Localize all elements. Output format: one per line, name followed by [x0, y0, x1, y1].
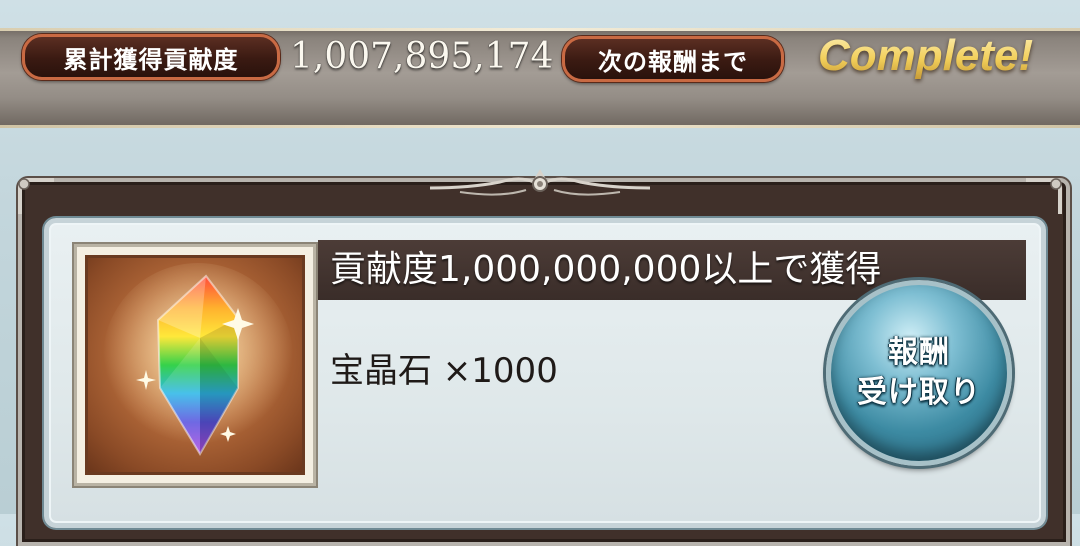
claim-button-label-line2: 受け取り [857, 375, 981, 410]
reward-condition-title: 貢献度1,000,000,000以上で獲得 [330, 249, 882, 290]
frame-corner-ornament-icon [18, 178, 54, 214]
claim-button-label-line1: 報酬 [888, 335, 950, 370]
total-contribution-value: 1,007,895,174 [290, 36, 554, 77]
reward-item-thumbnail [74, 244, 316, 486]
next-reward-label: 次の報酬まで [562, 36, 784, 82]
frame-top-ornament-icon [430, 169, 650, 196]
crystal-icon [103, 263, 293, 456]
reward-item-label: 宝晶石 ×1000 [330, 351, 558, 391]
frame-corner-ornament-icon [1026, 178, 1062, 214]
claim-reward-button[interactable]: 報酬 受け取り [826, 280, 1012, 466]
complete-status: Complete! [818, 26, 1033, 86]
total-contribution-label: 累計獲得貢献度 [22, 34, 280, 80]
